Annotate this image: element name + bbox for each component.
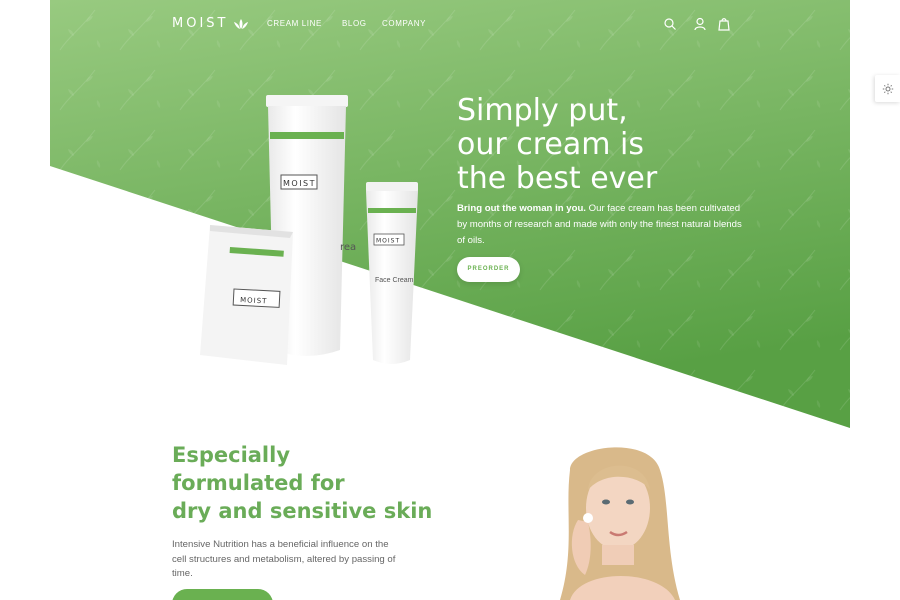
nav-link-blog[interactable]: BLOG [342, 19, 367, 28]
logo[interactable]: MOIST [172, 16, 250, 31]
small-tube-label: MOIST [376, 238, 400, 245]
nav-link-cream-line[interactable]: CREAM LINE [267, 19, 322, 28]
nav-link-company[interactable]: COMPANY [382, 19, 426, 28]
hero-title-line: the best ever [457, 161, 658, 196]
section-title-line: dry and sensitive skin [172, 499, 433, 523]
hero-title-line: our cream is [457, 127, 644, 162]
model-portrait [560, 447, 680, 600]
gear-icon [882, 83, 893, 94]
preorder-button[interactable]: PREORDER [457, 257, 520, 282]
section-cta-button[interactable] [172, 589, 273, 600]
small-tube-name: Face Cream [375, 277, 414, 284]
tube-partial-text: rea [340, 242, 356, 253]
user-icon[interactable] [693, 17, 707, 31]
hero-description-bold: Bring out the woman in you. [457, 203, 586, 214]
tube-label: MOIST [283, 179, 316, 188]
cart-icon[interactable] [717, 17, 731, 31]
hero-description: Bring out the woman in you. Our face cre… [457, 201, 747, 249]
section-title: Especially formulated for dry and sensit… [172, 441, 432, 525]
logo-text: MOIST [172, 16, 229, 31]
sachet-label: MOIST [240, 296, 268, 305]
hero-title: Simply put, our cream is the best ever [457, 94, 657, 196]
section-description: Intensive Nutrition has a beneficial inf… [172, 539, 396, 579]
section-title-line: Especially [172, 443, 291, 467]
search-icon[interactable] [663, 17, 677, 31]
hero-title-line: Simply put, [457, 93, 628, 128]
product-image: MOIST rea MOIST MOIST Face Cream [200, 95, 418, 365]
top-nav: MOIST CREAM LINE BLOG COMPANY [50, 0, 850, 48]
settings-panel-toggle[interactable] [875, 75, 900, 102]
page: MOIST CREAM LINE BLOG COMPANY MOIST rea … [50, 0, 850, 600]
lotus-icon [234, 18, 249, 29]
section-title-line: formulated for [172, 471, 345, 495]
